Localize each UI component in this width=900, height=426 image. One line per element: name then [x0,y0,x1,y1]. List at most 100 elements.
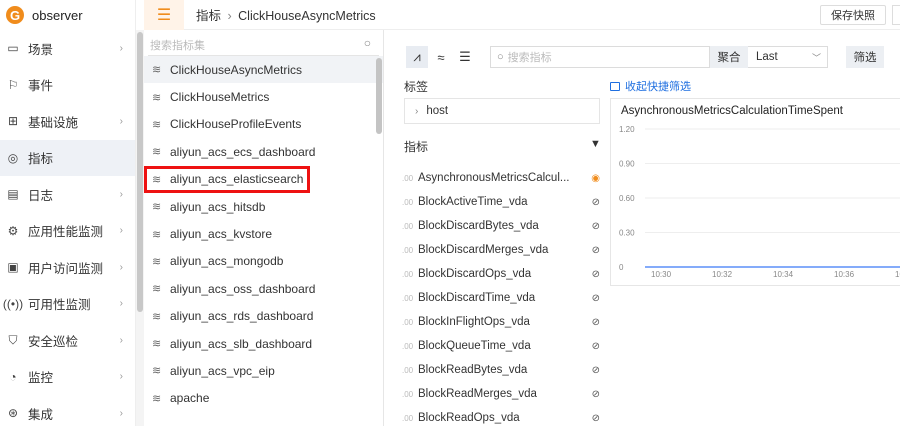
signal-icon: ((•)) [2,296,24,311]
nav-item[interactable]: ⚐ 事件 [0,67,135,104]
breadcrumb-parent[interactable]: 指标 [196,9,221,23]
nav-item[interactable]: ⊞ 基础设施 › [0,103,135,140]
metric-row[interactable]: .00 BlockDiscardBytes_vda ⊘ [398,214,604,238]
save-snapshot-button[interactable]: 保存快照 [820,5,886,25]
x-tick-label: 10:36 [834,270,855,279]
header-extra-button[interactable] [892,5,900,25]
eye-off-icon[interactable]: ⊘ [592,389,600,400]
eye-off-icon[interactable]: ⊘ [592,221,600,232]
metric-set-item[interactable]: ≋ aliyun_acs_mongodb [144,248,383,275]
metric-type-icon: .00 [402,413,414,423]
panel-icon [610,81,620,91]
metric-set-item[interactable]: ≋ aliyun_acs_kvstore [144,220,383,247]
alarm-icon: ◔ [9,369,17,384]
metric-row[interactable]: .00 BlockActiveTime_vda ⊘ [398,190,604,214]
metric-set-item[interactable]: ≋ aliyun_acs_ecs_dashboard [144,138,383,165]
collapse-quick-filter-label: 收起快捷筛选 [625,81,691,93]
label-host-row[interactable]: › host [404,98,600,124]
log-icon: ▤ [7,187,19,202]
metric-name: BlockReadMerges_vda [418,388,537,400]
metric-row[interactable]: .00 BlockDiscardTime_vda ⊘ [398,286,604,310]
metric-type-icon: .00 [402,173,414,183]
aggregation-select[interactable]: Last ﹀ [748,46,828,68]
nav-item[interactable]: ▣ 用户访问监测 › [0,249,135,286]
metric-row[interactable]: .00 BlockReadBytes_vda ⊘ [398,358,604,382]
aggregation-label: 聚合 [710,46,748,68]
eye-off-icon[interactable]: ⊘ [592,317,600,328]
metric-set-item[interactable]: ≋ ClickHouseMetrics [144,83,383,110]
x-tick-label: 10:34 [773,270,794,279]
metric-set-item[interactable]: ≋ aliyun_acs_vpc_eip [144,357,383,384]
metric-row[interactable]: .00 AsynchronousMetricsCalcul... ◉ [398,166,604,190]
list-view-icon[interactable]: ☰ [454,46,476,68]
nav-item[interactable]: ⊛ 集成 › [0,395,135,426]
eye-off-icon[interactable]: ⊘ [592,341,600,352]
metric-set-item[interactable]: ≋ ClickHouseAsyncMetrics [144,56,383,84]
metric-row[interactable]: .00 BlockQueueTime_vda ⊘ [398,334,604,358]
eye-off-icon[interactable]: ⊘ [592,293,600,304]
nav-item[interactable]: ◔ 监控 › [0,359,135,396]
metric-set-item-label: aliyun_acs_elasticsearch [170,172,304,187]
grid-icon: ⊞ [7,114,19,129]
metric-set-search-input[interactable]: 搜索指标集 ○ [148,34,379,56]
menu-toggle-button[interactable]: ☰ [144,0,184,30]
metric-set-item[interactable]: ≋ aliyun_acs_elasticsearch [144,165,310,193]
compare-view-icon[interactable]: ≈ [430,46,452,68]
metric-set-item[interactable]: ≋ ClickHouseProfileEvents [144,111,383,138]
nav-scrollbar[interactable] [136,30,144,426]
filter-button[interactable]: 筛选 [846,46,884,68]
metric-name: BlockReadBytes_vda [418,364,528,376]
metric-name: BlockDiscardOps_vda [418,268,532,280]
metric-row[interactable]: .00 BlockReadOps_vda ⊘ [398,406,604,426]
nav-item[interactable]: ▤ 日志 › [0,176,135,213]
nav-item-label: 指标 [28,152,54,167]
nav-item[interactable]: ((•)) 可用性监测 › [0,286,135,323]
layers-icon: ≋ [152,392,162,405]
metric-row[interactable]: .00 BlockReadMerges_vda ⊘ [398,382,604,406]
breadcrumb: 指标 › ClickHouseAsyncMetrics [196,5,376,24]
nav-item[interactable]: ◎ 指标 [0,139,135,176]
metric-set-scrollbar[interactable] [376,58,382,134]
eye-off-icon[interactable]: ⊘ [592,269,600,280]
user-monitor-icon: ▣ [7,260,19,275]
left-nav: G observer ▭ 场景 › ⚐ 事件 ⊞ 基础设施 › ◎ 指标 ▤ 日志 › ⚙ 应用性能监测 › ▣… [0,0,136,426]
nav-item[interactable]: ⚙ 应用性能监测 › [0,213,135,250]
layers-icon: ≋ [152,91,162,104]
breadcrumb-current: ClickHouseAsyncMetrics [238,9,376,23]
eye-off-icon[interactable]: ⊘ [592,413,600,424]
layers-icon: ≋ [152,64,162,77]
label-host-name: host [426,105,449,117]
metric-row[interactable]: .00 BlockDiscardMerges_vda ⊘ [398,238,604,262]
eye-off-icon[interactable]: ⊘ [592,365,600,376]
nav-item[interactable]: ⛉ 安全巡检 › [0,322,135,359]
metric-set-item[interactable]: ≋ aliyun_acs_oss_dashboard [144,275,383,302]
metric-set-item[interactable]: ≋ aliyun_acs_slb_dashboard [144,330,383,357]
layers-icon: ≋ [152,201,162,214]
line-chart: 0 0.30 0.60 0.90 1.20 10:30 10:32 10:34 10:36 10:… [619,125,900,279]
nav-item[interactable]: ▭ 场景 › [0,30,135,67]
chevron-right-icon: › [119,298,123,310]
search-icon[interactable]: ○ [364,36,371,50]
metric-set-item-label: apache [170,391,210,406]
metric-name: BlockInFlightOps_vda [418,316,530,328]
chart-view-icon[interactable]: ⩘ [406,46,428,68]
collapse-quick-filter-link[interactable]: 收起快捷筛选 [610,78,691,94]
metric-set-item[interactable]: ≋ aliyun_acs_hitsdb [144,193,383,220]
metric-set-item[interactable]: ≋ aliyun_acs_rds_dashboard [144,303,383,330]
chevron-down-icon: ﹀ [811,52,821,63]
eye-off-icon[interactable]: ⊘ [592,245,600,256]
brand[interactable]: G observer [0,0,135,30]
eye-off-icon[interactable]: ⊘ [592,197,600,208]
metric-type-icon: .00 [402,293,414,303]
metric-set-item[interactable]: ≋ apache [144,385,383,412]
funnel-icon[interactable]: ▼ [590,138,601,150]
nav-item-label: 用户访问监测 [28,261,104,276]
metric-search-input[interactable]: ○ 搜索指标 [490,46,710,68]
metric-set-item-label: aliyun_acs_vpc_eip [170,363,275,378]
layers-icon: ≋ [152,283,162,296]
x-tick-label: 10:32 [712,270,733,279]
eye-icon[interactable]: ◉ [591,173,600,184]
metric-row[interactable]: .00 BlockDiscardOps_vda ⊘ [398,262,604,286]
nav-scrollbar-thumb[interactable] [137,32,143,312]
metric-row[interactable]: .00 BlockInFlightOps_vda ⊘ [398,310,604,334]
